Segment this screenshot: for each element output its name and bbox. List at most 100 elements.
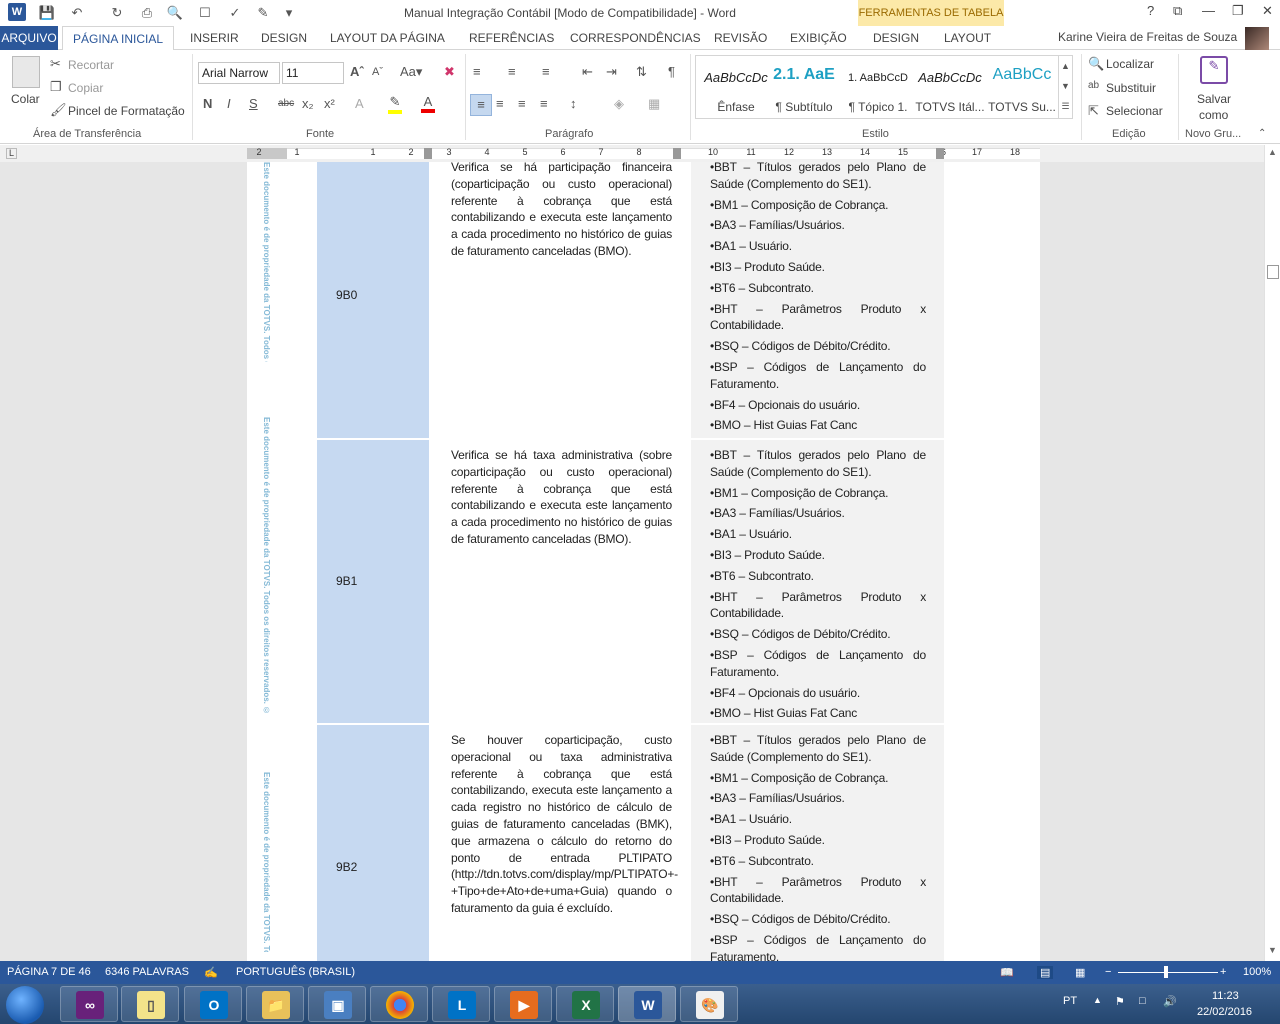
scroll-up-icon[interactable]: ▲ [1268, 147, 1277, 157]
proofing-icon[interactable]: ✍ [204, 966, 218, 979]
show-marks-icon[interactable]: ¶ [668, 64, 675, 79]
network-icon[interactable]: □ [1139, 995, 1146, 1007]
cut-icon[interactable]: ✂ [50, 56, 61, 72]
action-center-icon[interactable]: ⚑ [1115, 995, 1125, 1008]
styles-gallery[interactable]: AaBbCcDc Ênfase 2.1. AaE ¶ Subtítulo 1. Aa… [695, 55, 1073, 119]
sort-icon[interactable]: ⇅ [636, 64, 647, 80]
font-color-icon[interactable]: A [421, 94, 435, 113]
save-as-icon[interactable]: ✎ [1200, 56, 1228, 84]
help-icon[interactable]: ? [1147, 3, 1154, 18]
zoom-out-icon[interactable]: − [1105, 966, 1111, 978]
web-layout-icon[interactable]: ▦ [1075, 966, 1085, 979]
tab-pagina-inicial[interactable]: PÁGINA INICIAL [62, 26, 174, 51]
tab-revisao[interactable]: REVISÃO [714, 26, 767, 50]
zoom-level[interactable]: 100% [1243, 966, 1271, 978]
taskbar-paint[interactable]: 🎨 [680, 986, 738, 1022]
align-center-icon[interactable]: ≡ [496, 96, 504, 111]
taskbar-word[interactable]: W [618, 986, 676, 1022]
copy-icon[interactable]: ❐ [50, 79, 62, 95]
style-item[interactable]: 1. AaBbCcD ¶ Tópico 1. [842, 62, 914, 116]
superscript-icon[interactable]: x² [324, 96, 335, 111]
input-language[interactable]: PT [1063, 995, 1077, 1007]
underline-button[interactable]: S [249, 96, 258, 111]
redo-icon[interactable]: ↻ [108, 4, 126, 22]
save-as-button-line2[interactable]: como [1199, 108, 1228, 122]
taskbar-sticky-notes[interactable]: ▯ [121, 986, 179, 1022]
page[interactable]: Este documento é de propriedade da TOTVS… [247, 162, 1040, 961]
format-painter-button[interactable]: Pincel de Formatação [68, 104, 185, 118]
word-icon[interactable]: W [8, 3, 26, 21]
copy-button[interactable]: Copiar [68, 81, 103, 95]
scroll-down-icon[interactable]: ▼ [1268, 945, 1277, 955]
document-area[interactable]: Este documento é de propriedade da TOTVS… [0, 162, 1264, 961]
spelling-icon[interactable]: ✓ [226, 4, 244, 22]
save-icon[interactable]: 💾 [38, 4, 56, 22]
select-button[interactable]: Selecionar [1106, 104, 1163, 118]
font-name-input[interactable]: Arial Narrow [198, 62, 280, 84]
close-icon[interactable]: ✕ [1262, 3, 1273, 19]
taskbar-explorer[interactable]: 📁 [246, 986, 304, 1022]
tab-selector-icon[interactable]: L [6, 148, 17, 159]
tab-referencias[interactable]: REFERÊNCIAS [469, 26, 554, 50]
volume-icon[interactable]: 🔊 [1163, 995, 1177, 1008]
borders-icon[interactable]: ▦ [648, 96, 660, 112]
print-layout-icon[interactable]: ▤ [1037, 966, 1054, 979]
customize-toolbar-icon[interactable]: ▾ [280, 4, 298, 22]
tab-table-layout[interactable]: LAYOUT [944, 26, 991, 50]
strikethrough-button[interactable]: abc [278, 98, 294, 109]
style-item[interactable]: 2.1. AaE ¶ Subtítulo [768, 62, 840, 116]
tab-inserir[interactable]: INSERIR [190, 26, 239, 50]
taskbar-media[interactable]: ▶ [494, 986, 552, 1022]
vertical-scrollbar[interactable]: ▲ ▼ [1264, 145, 1280, 961]
italic-button[interactable]: I [227, 96, 231, 111]
line-spacing-icon[interactable]: ↕ [570, 96, 577, 111]
change-case-icon[interactable]: Aa▾ [400, 64, 422, 80]
tray-expand-icon[interactable]: ▲ [1093, 995, 1102, 1005]
table-row[interactable]: 9B1 Verifica se há taxa administrativa (… [317, 440, 944, 723]
increase-indent-icon[interactable]: ⇥ [606, 64, 617, 80]
paste-button[interactable]: Colar [11, 92, 40, 106]
style-item[interactable]: AaBbCcDc Ênfase [700, 62, 772, 116]
ribbon-display-icon[interactable]: ⧉ [1173, 3, 1182, 19]
taskbar-excel[interactable]: X [556, 986, 614, 1022]
style-item[interactable]: AaBbCcDc TOTVS Itál... [914, 62, 986, 116]
align-right-icon[interactable]: ≡ [518, 96, 526, 111]
read-mode-icon[interactable]: 📖 [1000, 966, 1014, 979]
shading-icon[interactable]: ◈ [614, 96, 624, 112]
tab-arquivo[interactable]: ARQUIVO [0, 26, 58, 50]
start-button[interactable] [6, 986, 44, 1024]
replace-icon[interactable]: ab [1088, 80, 1099, 91]
language[interactable]: PORTUGUÊS (BRASIL) [236, 966, 355, 978]
format-painter-icon[interactable]: 🖌 [50, 102, 67, 118]
taskbar-outlook[interactable]: O [184, 986, 242, 1022]
tab-layout-pagina[interactable]: LAYOUT DA PÁGINA [330, 26, 445, 50]
highlight-icon[interactable]: ✎ [388, 94, 402, 114]
zoom-slider-handle[interactable] [1164, 966, 1168, 978]
tab-table-design[interactable]: DESIGN [873, 26, 919, 50]
user-name[interactable]: Karine Vieira de Freitas de Souza [1058, 30, 1237, 44]
paste-icon[interactable] [12, 56, 40, 88]
select-icon[interactable]: ⇱ [1088, 103, 1099, 119]
scroll-thumb[interactable] [1267, 265, 1279, 279]
style-item[interactable]: AaBbCc TOTVS Su... [986, 62, 1058, 116]
ruler-column-marker[interactable] [424, 148, 432, 159]
taskbar-lync[interactable]: L [432, 986, 490, 1022]
taskbar-visual-studio[interactable]: ∞ [60, 986, 118, 1022]
decrease-indent-icon[interactable]: ⇤ [582, 64, 593, 80]
page-count[interactable]: PÁGINA 7 DE 46 [7, 966, 91, 978]
tab-exibicao[interactable]: EXIBIÇÃO [790, 26, 847, 50]
zoom-in-icon[interactable]: + [1220, 966, 1226, 978]
tab-correspondencias[interactable]: CORRESPONDÊNCIAS [570, 26, 701, 50]
save-as-button[interactable]: Salvar [1197, 92, 1231, 106]
ruler-column-marker[interactable] [936, 148, 944, 159]
shrink-font-icon[interactable]: Aˇ [372, 66, 383, 78]
replace-button[interactable]: Substituir [1106, 81, 1156, 95]
restore-icon[interactable]: ❐ [1232, 3, 1244, 19]
clock-date[interactable]: 22/02/2016 [1197, 1006, 1252, 1018]
taskbar-chrome[interactable] [370, 986, 428, 1022]
quick-print-icon[interactable]: ✎ [254, 4, 272, 22]
multilevel-list-icon[interactable]: ≡ [542, 64, 550, 79]
clock-time[interactable]: 11:23 [1212, 990, 1239, 1002]
ruler-column-marker[interactable] [673, 148, 681, 159]
cut-button[interactable]: Recortar [68, 58, 114, 72]
